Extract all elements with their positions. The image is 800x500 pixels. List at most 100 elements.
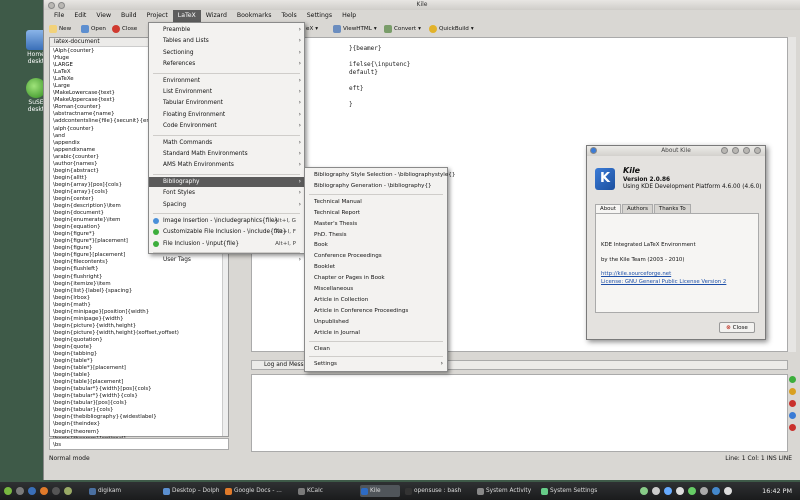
list-item[interactable]: \begin{tabular*}{width}{cols}	[53, 393, 225, 400]
window-menu-icon[interactable]	[48, 2, 55, 9]
maximize-icon[interactable]	[743, 147, 750, 154]
list-item[interactable]: \begin{itemize}\item	[53, 281, 225, 288]
bibliography-menu-item[interactable]: Booklet	[305, 262, 447, 272]
latex-menu-item[interactable]: References ›	[149, 59, 304, 69]
latex-menu-item[interactable]: User Tags ›	[149, 255, 304, 265]
license-link[interactable]: License: GNU General Public License Vers…	[601, 279, 726, 285]
warning-icon[interactable]	[789, 388, 796, 395]
list-item[interactable]: \begin{math}	[53, 302, 225, 309]
updater-icon[interactable]	[724, 487, 732, 495]
ok-icon[interactable]	[789, 376, 796, 383]
menu-settings[interactable]: Settings	[302, 10, 337, 22]
list-item[interactable]: \begin{tabular*}{width}[pos]{cols}	[53, 386, 225, 393]
latex-menu-item[interactable]: Math Commands ›	[149, 138, 304, 148]
bibliography-menu-item[interactable]: Settings ›	[305, 359, 447, 369]
list-item[interactable]: \begin{flushright}	[53, 274, 225, 281]
menu-project[interactable]: Project	[142, 10, 173, 22]
battery-icon[interactable]	[688, 487, 696, 495]
taskbar-task[interactable]: opensuse : bash	[404, 485, 472, 497]
menu-wizard[interactable]: Wizard	[201, 10, 232, 22]
bibliography-menu-item[interactable]: Miscellaneous	[305, 284, 447, 294]
wifi-icon[interactable]	[712, 487, 720, 495]
list-item[interactable]: \begin{tabular}{cols}	[53, 407, 225, 414]
list-item[interactable]: \begin{list}{label}{spacing}	[53, 288, 225, 295]
latex-menu-item[interactable]: Tabular Environment ›	[149, 98, 304, 108]
bibliography-menu-item[interactable]: Technical Report	[305, 208, 447, 218]
homepage-link[interactable]: http://kile.sourceforge.net	[601, 271, 671, 277]
quickbuild-button[interactable]: QuickBuild ▾	[429, 23, 474, 35]
tab-thanks[interactable]: Thanks To	[653, 204, 691, 213]
latex-menu-item[interactable]: Customizable File Inclusion - \include{f…	[149, 227, 304, 237]
dialog-menu-icon[interactable]	[590, 147, 597, 154]
dialog-close-button[interactable]: ⊗ Close	[719, 322, 755, 333]
editor-scrollbar[interactable]	[788, 37, 796, 352]
taskbar-task[interactable]: digikam	[88, 485, 158, 497]
list-item[interactable]: \begin{table}	[53, 372, 225, 379]
bibliography-menu-item[interactable]: Article in Journal	[305, 328, 447, 338]
bibliography-menu-item[interactable]: PhD. Thesis	[305, 230, 447, 240]
list-item[interactable]: \begin{picture}{width,height}	[53, 323, 225, 330]
kickoff-launcher-icon[interactable]	[4, 487, 12, 495]
latex-menu-item[interactable]: Environment ›	[149, 76, 304, 86]
taskbar-task[interactable]: Google Docs - ...	[224, 485, 292, 497]
latex-menu-item[interactable]: AMS Math Environments ›	[149, 160, 304, 170]
clock[interactable]: 16:42 PM	[762, 485, 792, 497]
latex-menu-item[interactable]: Standard Math Environments ›	[149, 149, 304, 159]
pager-icon[interactable]	[64, 487, 72, 495]
bibliography-menu-item[interactable]: Master's Thesis	[305, 219, 447, 229]
menu-latex[interactable]: LaTeX	[172, 10, 201, 22]
latex-menu-item[interactable]: File Inclusion - \input{file} Alt+I, P	[149, 239, 304, 249]
list-item[interactable]: \begin{theindex}	[53, 421, 225, 428]
clipboard-icon[interactable]	[652, 487, 660, 495]
bibliography-menu-item[interactable]: Unpublished	[305, 317, 447, 327]
taskbar-task[interactable]: Kile	[360, 485, 400, 497]
list-item[interactable]: \begin{lrbox}	[53, 295, 225, 302]
bibliography-menu-item[interactable]: Bibliography Generation - \bibliography{…	[305, 181, 447, 191]
menu-bookmarks[interactable]: Bookmarks	[232, 10, 277, 22]
bibliography-menu-item[interactable]: Clean	[305, 344, 447, 354]
bibliography-menu-item[interactable]: Bibliography Style Selection - \bibliogr…	[305, 170, 455, 180]
bibliography-menu-item[interactable]: Article in Conference Proceedings	[305, 306, 447, 316]
list-item[interactable]: \begin{picture}{width,height}(xoffset,yo…	[53, 330, 225, 337]
taskbar-task[interactable]: System Settings	[540, 485, 612, 497]
help-icon[interactable]	[721, 147, 728, 154]
list-item[interactable]: \begin{table*}	[53, 358, 225, 365]
bibliography-menu-item[interactable]: Technical Manual	[305, 197, 447, 207]
list-item[interactable]: \begin{quotation}	[53, 337, 225, 344]
menu-view[interactable]: View	[91, 10, 116, 22]
latex-menu-item[interactable]: Bibliography ›	[149, 176, 304, 187]
menu-help[interactable]: Help	[337, 10, 361, 22]
show-desktop-icon[interactable]	[16, 487, 24, 495]
volume-icon[interactable]	[676, 487, 684, 495]
stop-icon[interactable]	[789, 424, 796, 431]
error-icon[interactable]	[789, 400, 796, 407]
list-item[interactable]: \begin{tabbing}	[53, 351, 225, 358]
bibliography-menu-item[interactable]: Book	[305, 240, 447, 250]
latex-menu-item[interactable]: Code Environment ›	[149, 121, 304, 131]
window-pin-icon[interactable]	[58, 2, 65, 9]
bibliography-menu-item[interactable]: Chapter or Pages in Book	[305, 273, 447, 283]
latex-menu-item[interactable]: Floating Environment ›	[149, 110, 304, 120]
command-search-input[interactable]: \bs	[49, 438, 229, 450]
minimize-icon[interactable]	[732, 147, 739, 154]
list-item[interactable]: \begin{table}[placement]	[53, 379, 225, 386]
dolphin-icon[interactable]	[28, 487, 36, 495]
about-title-bar[interactable]: About Kile	[587, 146, 765, 156]
list-item[interactable]: \begin{minipage}{width}	[53, 316, 225, 323]
viewhtml-button[interactable]: ViewHTML ▾	[333, 23, 377, 35]
taskbar-task[interactable]: System Activity	[476, 485, 536, 497]
window-title-bar[interactable]: Kile	[44, 0, 800, 10]
convert-button[interactable]: Convert ▾	[384, 23, 421, 35]
close-button[interactable]: Close	[112, 23, 137, 35]
latex-menu-item[interactable]: Font Styles ›	[149, 188, 304, 198]
list-item[interactable]: \begin{theorem}	[53, 429, 225, 436]
list-item[interactable]: \begin{quote}	[53, 344, 225, 351]
bibliography-menu-item[interactable]: Conference Proceedings	[305, 251, 447, 261]
list-item[interactable]: \begin{minipage}[position]{width}	[53, 309, 225, 316]
bluetooth-icon[interactable]	[664, 487, 672, 495]
taskbar-task[interactable]: KCalc	[297, 485, 355, 497]
menu-file[interactable]: File	[49, 10, 69, 22]
open-button[interactable]: Open	[81, 23, 106, 35]
latex-menu-item[interactable]: Sectioning ›	[149, 48, 304, 58]
terminal-icon[interactable]	[52, 487, 60, 495]
